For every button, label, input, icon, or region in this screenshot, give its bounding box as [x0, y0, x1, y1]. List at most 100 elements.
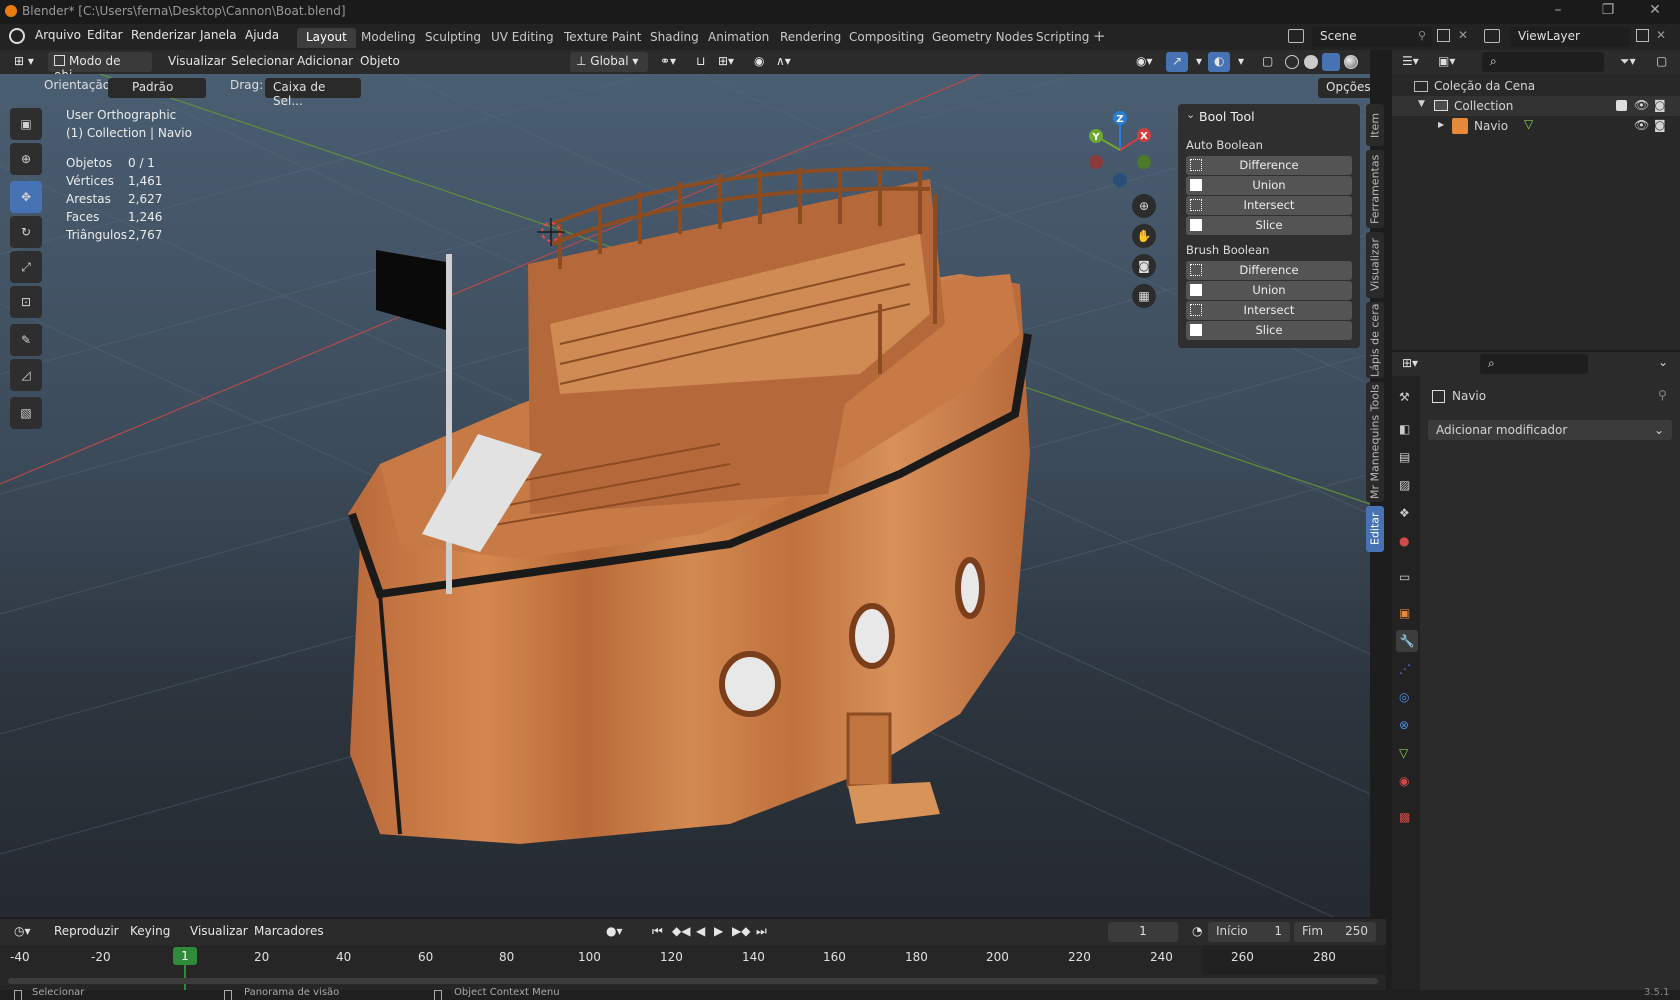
clock-icon[interactable]: ◔: [1186, 922, 1208, 942]
filter-icon[interactable]: ⏷▾: [1620, 54, 1636, 69]
data-tab-icon[interactable]: ▽: [1399, 746, 1408, 760]
start-frame-field[interactable]: Início 1: [1208, 922, 1290, 942]
header-menu-objeto[interactable]: Objeto: [354, 52, 406, 72]
outliner-row-navio[interactable]: ▶ Navio ▽ 👁 ◙: [1392, 116, 1680, 136]
tab-shading[interactable]: Shading: [641, 28, 708, 48]
menu-arquivo[interactable]: Arquivo: [35, 28, 81, 42]
pin-icon[interactable]: ⚲: [1418, 29, 1426, 42]
gizmo-toggle-icon[interactable]: ↗: [1166, 52, 1189, 72]
end-frame-field[interactable]: Fim 250: [1294, 922, 1376, 942]
render-tab-icon[interactable]: ◧: [1399, 422, 1410, 436]
scene-field[interactable]: Scene: [1312, 27, 1432, 47]
tab-uv-editing[interactable]: UV Editing: [482, 28, 563, 48]
tab-modeling[interactable]: Modeling: [352, 28, 425, 48]
auto-slice-button[interactable]: Slice: [1186, 216, 1352, 235]
brush-union-button[interactable]: Union: [1186, 281, 1352, 300]
outliner-row-collection[interactable]: ▼ Collection 👁 ◙: [1392, 96, 1680, 116]
sidebar-tab-item[interactable]: Item: [1366, 104, 1384, 146]
ortho-grid-icon[interactable]: ▦: [1132, 284, 1156, 308]
collection-tab-icon[interactable]: ▭: [1399, 570, 1410, 584]
new-collection-icon[interactable]: ▢: [1656, 54, 1667, 68]
close-icon[interactable]: ✕: [1645, 2, 1665, 18]
zoom-icon[interactable]: ⊕: [1132, 194, 1156, 218]
scale-tool-icon[interactable]: ⤢: [10, 251, 42, 283]
options-button[interactable]: Opções: [1318, 78, 1370, 98]
auto-difference-button[interactable]: Difference: [1186, 156, 1352, 175]
properties-options-icon[interactable]: ⌄: [1658, 355, 1668, 369]
jump-end-icon[interactable]: ⏭: [750, 922, 773, 942]
proportional-edit-icon[interactable]: ◉: [748, 52, 770, 72]
view-layer-icon[interactable]: [1484, 29, 1500, 43]
minimize-icon[interactable]: –: [1548, 2, 1568, 18]
measure-tool-icon[interactable]: ◿: [10, 359, 42, 391]
properties-search-input[interactable]: ⌕: [1480, 354, 1588, 374]
brush-slice-button[interactable]: Slice: [1186, 321, 1352, 340]
falloff-icon[interactable]: ∧▾: [770, 52, 797, 72]
cursor-tool-icon[interactable]: ⊕: [10, 143, 42, 175]
camera-icon[interactable]: ◙: [1654, 118, 1666, 132]
tab-compositing[interactable]: Compositing: [840, 28, 933, 48]
particles-tab-icon[interactable]: ⋰: [1399, 662, 1411, 676]
menu-editar[interactable]: Editar: [87, 28, 123, 42]
delete-scene-icon[interactable]: ✕: [1458, 28, 1468, 42]
display-mode-icon[interactable]: ▣▾: [1438, 54, 1455, 68]
timeline-editor-type-icon[interactable]: ◷▾: [8, 922, 37, 942]
brush-difference-button[interactable]: Difference: [1186, 261, 1352, 280]
sidebar-tab-lapis-de-cera[interactable]: Lápis de cera: [1366, 302, 1384, 378]
texture-tab-icon[interactable]: ▩: [1399, 810, 1410, 824]
xray-icon[interactable]: ▢: [1256, 52, 1279, 72]
gizmo-dropdown-icon[interactable]: ▾: [1190, 52, 1208, 72]
new-scene-icon[interactable]: [1437, 29, 1450, 42]
camera-view-icon[interactable]: ◙: [1132, 254, 1156, 278]
sidebar-tab-editar[interactable]: Editar: [1366, 506, 1384, 552]
camera-icon[interactable]: ◙: [1654, 98, 1666, 112]
outliner-row-scene-collection[interactable]: Coleção da Cena: [1414, 79, 1535, 93]
current-frame-field[interactable]: 1: [1108, 922, 1178, 942]
shading-material-icon[interactable]: [1322, 53, 1340, 71]
tab-animation[interactable]: Animation: [699, 28, 778, 48]
pivot-icon[interactable]: ⚭▾: [654, 52, 682, 72]
eye-icon[interactable]: 👁: [1634, 98, 1649, 112]
panel-collapse-icon[interactable]: ⌄: [1186, 108, 1195, 121]
3d-viewport[interactable]: User Orthographic (1) Collection | Navio…: [0, 74, 1370, 917]
sidebar-tab-visualizar[interactable]: Visualizar: [1366, 232, 1384, 298]
add-workspace-icon[interactable]: +: [1093, 27, 1106, 45]
drag-select[interactable]: Caixa de Sel...: [265, 78, 361, 108]
timeline-scrollbar[interactable]: [8, 978, 1378, 984]
tab-texture-paint[interactable]: Texture Paint: [555, 28, 650, 48]
auto-union-button[interactable]: Union: [1186, 176, 1352, 195]
expand-arrow-icon[interactable]: ▶: [1438, 120, 1444, 129]
transform-tool-icon[interactable]: ⊡: [10, 286, 42, 318]
brush-intersect-button[interactable]: Intersect: [1186, 301, 1352, 320]
mode-select[interactable]: Modo de obj...: [48, 52, 152, 82]
record-icon[interactable]: ●▾: [600, 922, 629, 942]
scene-tab-icon[interactable]: ❖: [1399, 506, 1410, 520]
sidebar-tab-ferramentas[interactable]: Ferramentas: [1366, 150, 1384, 228]
mesh-data-icon[interactable]: ▽: [1524, 117, 1533, 131]
tab-geometry-nodes[interactable]: Geometry Nodes: [923, 28, 1042, 48]
eye-icon[interactable]: 👁: [1634, 118, 1649, 132]
delete-view-layer-icon[interactable]: ✕: [1656, 28, 1666, 42]
output-tab-icon[interactable]: ▤: [1399, 450, 1410, 464]
scene-icon[interactable]: [1288, 29, 1304, 43]
physics-tab-icon[interactable]: ◎: [1399, 690, 1409, 704]
view-layer-tab-icon[interactable]: ▨: [1399, 478, 1410, 492]
timeline-menu-reproduzir[interactable]: Reproduzir: [48, 922, 125, 942]
add-modifier-button[interactable]: Adicionar modificador ⌄: [1428, 420, 1672, 440]
boat-model[interactable]: [0, 74, 1370, 917]
tab-sculpting[interactable]: Sculpting: [416, 28, 490, 48]
sidebar-tab-mr-mannequins-tools[interactable]: Mr Mannequins Tools: [1366, 382, 1384, 502]
snap-target-icon[interactable]: ⊞▾: [712, 52, 740, 72]
object-tab-icon[interactable]: ▣: [1399, 606, 1410, 620]
view-layer-field[interactable]: ViewLayer: [1510, 27, 1630, 47]
tab-rendering[interactable]: Rendering: [771, 28, 850, 48]
overlays-toggle-icon[interactable]: ◐: [1208, 52, 1231, 72]
orientation-select[interactable]: Padrão: [108, 78, 206, 98]
move-tool-icon[interactable]: ✥: [10, 181, 42, 213]
annotate-tool-icon[interactable]: ✎: [10, 324, 42, 356]
restore-icon[interactable]: ❐: [1598, 2, 1618, 18]
timeline-menu-keying[interactable]: Keying: [124, 922, 176, 942]
constraints-tab-icon[interactable]: ⊗: [1399, 718, 1409, 732]
add-cube-tool-icon[interactable]: ▧: [10, 397, 42, 429]
auto-intersect-button[interactable]: Intersect: [1186, 196, 1352, 215]
